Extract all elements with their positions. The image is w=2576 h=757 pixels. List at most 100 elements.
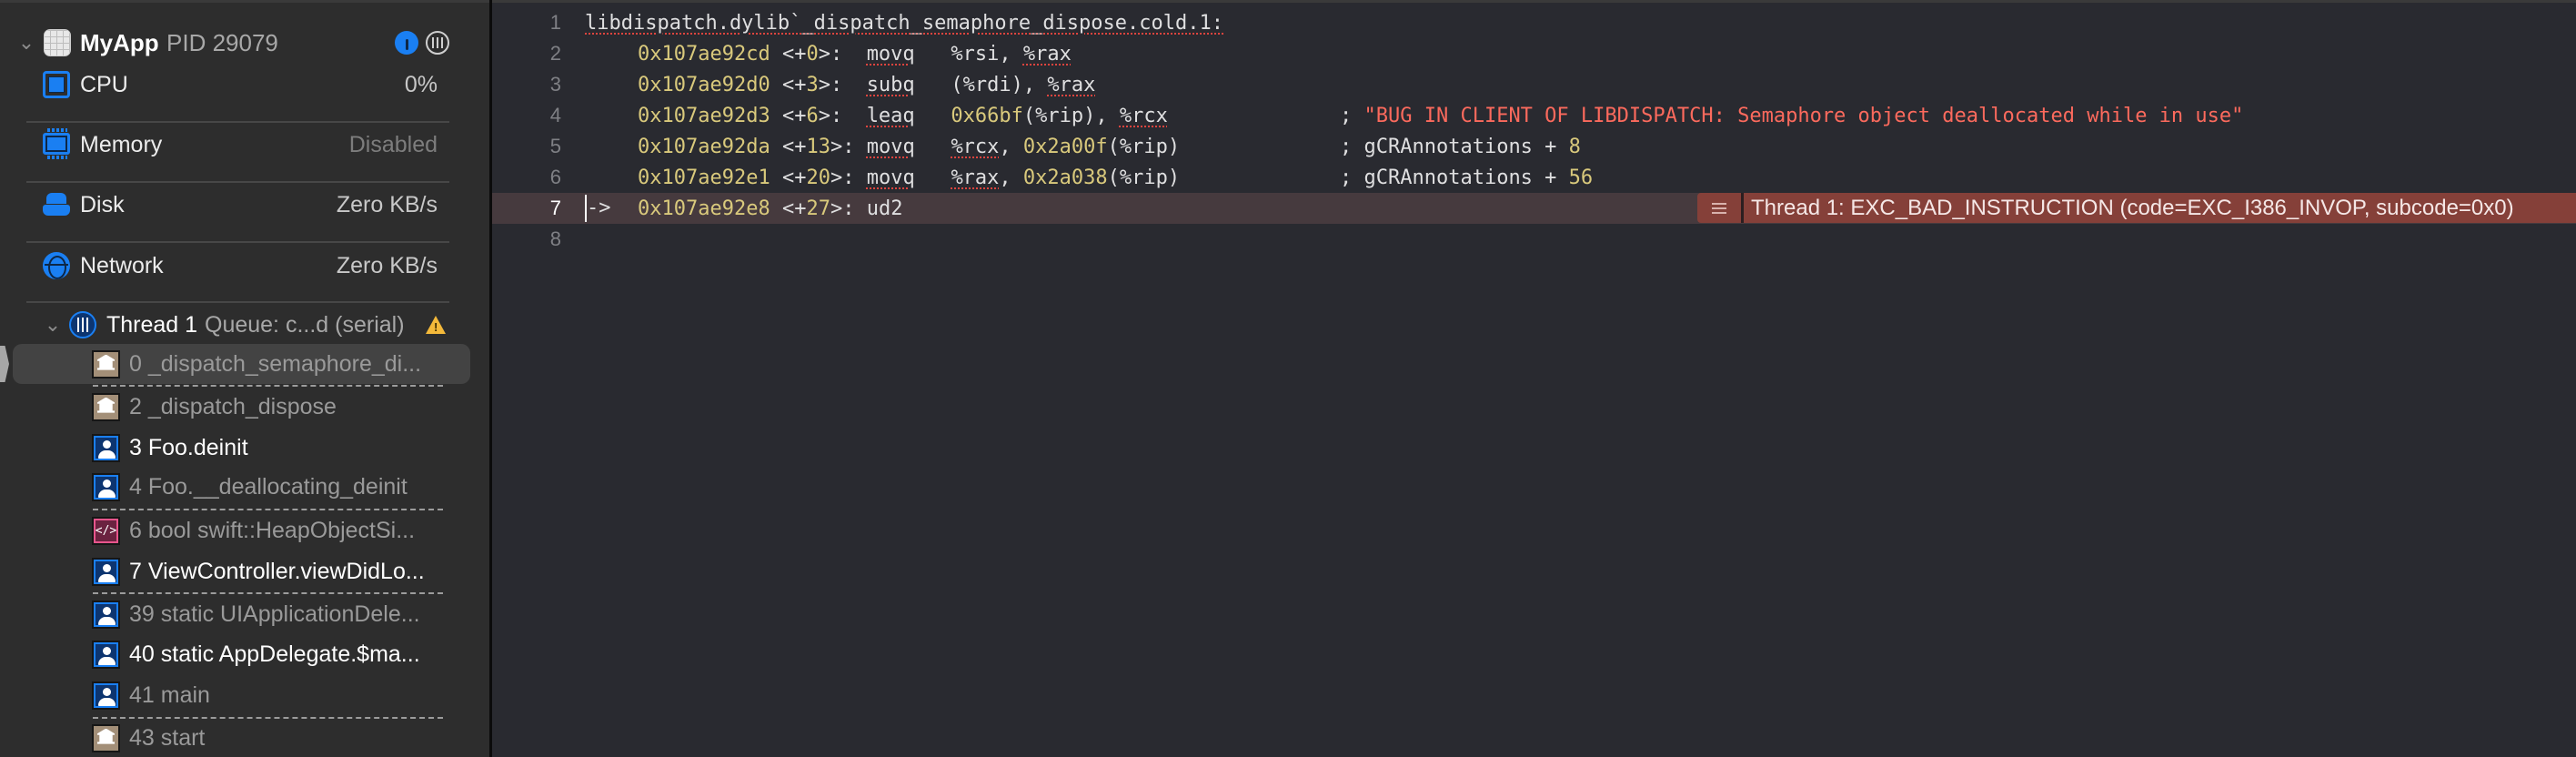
line-number: 6 (549, 166, 561, 188)
process-name: MyApp (80, 28, 159, 56)
comment-symbol: gCRAnnotations + (1363, 166, 1569, 189)
code-line[interactable]: 5 0x107ae92da <+13>: movq %rcx, 0x2a00f(… (492, 131, 2576, 162)
offset: +27 (794, 197, 830, 220)
user-code-icon (92, 433, 120, 462)
line-content: 0x107ae92d3 <+6>: leaq 0x66bf(%rip), %rc… (638, 104, 1168, 127)
frame-gap-separator (93, 385, 443, 387)
operand: (%rip) (1107, 166, 1181, 189)
code-line[interactable]: 2 0x107ae92cd <+0>: movq %rsi, %rax (492, 38, 2576, 69)
gauge-value: 0% (404, 71, 438, 97)
frame-label: 6 bool swift::HeapObjectSi... (129, 517, 416, 543)
frame-label: 7 ViewController.viewDidLo... (129, 558, 425, 584)
stack-frame[interactable]: 2 _dispatch_dispose (0, 389, 489, 425)
stack-frame[interactable]: 41 main (0, 677, 489, 713)
frame-gap-separator (93, 509, 443, 510)
frame-label: 41 main (129, 681, 210, 708)
operand: %rax (1022, 42, 1072, 66)
operand: (%rip) (1107, 135, 1181, 158)
cpu-icon (43, 71, 70, 98)
comment-symbol: gCRAnnotations + (1363, 135, 1569, 158)
offset: +6 (794, 104, 819, 127)
opcode: movq (866, 42, 915, 66)
opcode: movq (866, 135, 915, 158)
line-number: 8 (549, 227, 561, 250)
offset: +0 (794, 42, 819, 66)
chevron-down-icon[interactable]: ⌄ (44, 313, 62, 337)
line-content: 0x107ae92cd <+0>: movq %rsi, %rax (638, 42, 1072, 66)
frame-label: 3 Foo.deinit (129, 434, 248, 460)
code-line[interactable]: 8 (492, 224, 2576, 255)
code-icon: </> (92, 516, 120, 545)
address: 0x107ae92da (638, 135, 770, 158)
warning-glyph: ! (434, 320, 438, 334)
gauge-disk[interactable]: Disk Zero KB/s (0, 187, 489, 223)
user-code-icon (92, 640, 120, 669)
process-row[interactable]: ⌄ MyApp PID 29079 (0, 23, 489, 63)
stack-frame[interactable]: 0 _dispatch_semaphore_di... (0, 344, 489, 384)
divider (26, 181, 449, 183)
line-number: 2 (549, 42, 561, 65)
stack-frame[interactable]: 39 static UIApplicationDele... (0, 596, 489, 632)
error-annotation[interactable]: Thread 1: EXC_BAD_INSTRUCTION (code=EXC_… (1697, 193, 2576, 223)
frame-label: 4 Foo.__deallocating_deinit (129, 473, 408, 500)
offset: +13 (794, 135, 830, 158)
disassembly-editor[interactable]: 1 libdispatch.dylib`_dispatch_semaphore_… (492, 0, 2576, 757)
opcode: movq (866, 166, 915, 189)
operand: %rax (951, 166, 1000, 189)
pc-arrow: -> (585, 195, 611, 222)
opcode: subq (866, 73, 915, 96)
user-code-icon (92, 557, 120, 586)
address: 0x107ae92d0 (638, 73, 770, 96)
line-content: 0x107ae92d0 <+3>: subq (%rdi), %rax (638, 73, 1096, 96)
frame-label: 43 start (129, 724, 206, 751)
user-code-icon (92, 472, 120, 501)
divider (26, 241, 449, 243)
opcode: ud2 (866, 197, 903, 220)
debug-navigator: ⌄ MyApp PID 29079 CPU 0% Memory Disabled… (0, 0, 489, 757)
warning-icon[interactable]: ! (426, 316, 446, 334)
offset-number: 20 (806, 166, 830, 189)
stack-frame[interactable]: 43 start (0, 720, 489, 756)
gauge-cpu[interactable]: CPU 0% (0, 66, 489, 103)
code-line[interactable]: 6 0x107ae92e1 <+20>: movq %rax, 0x2a038(… (492, 162, 2576, 193)
library-icon (92, 723, 120, 752)
line-content: 0x107ae92da <+13>: movq %rcx, 0x2a00f(%r… (638, 135, 1181, 158)
divider (26, 121, 449, 123)
comment: ; gCRAnnotations + 8 (1340, 135, 1581, 158)
comment-number: 56 (1568, 166, 1594, 189)
gauge-label: Disk (80, 191, 125, 217)
operand: %rax (1047, 73, 1096, 96)
code-line[interactable]: 4 0x107ae92d3 <+6>: leaq 0x66bf(%rip), %… (492, 100, 2576, 131)
gauge-memory[interactable]: Memory Disabled (0, 126, 489, 163)
issue-menu-icon[interactable] (1697, 193, 1741, 223)
stack-frame[interactable]: 7 ViewController.viewDidLo... (0, 553, 489, 590)
gauge-label: Memory (80, 131, 163, 157)
gauge-network[interactable]: Network Zero KB/s (0, 247, 489, 284)
process-pid: PID 29079 (166, 28, 278, 56)
code-line[interactable]: 3 0x107ae92d0 <+3>: subq (%rdi), %rax (492, 69, 2576, 100)
code-line[interactable]: 1 libdispatch.dylib`_dispatch_semaphore_… (492, 7, 2576, 38)
disk-icon (43, 193, 70, 217)
symbol-label: libdispatch.dylib`_dispatch_semaphore_di… (585, 11, 1223, 35)
thread-row[interactable]: ⌄ Thread 1 Queue: c...d (serial) ! (0, 307, 489, 343)
error-message: Thread 1: EXC_BAD_INSTRUCTION (code=EXC_… (1744, 193, 2576, 223)
gauge-label: CPU (80, 71, 128, 97)
network-icon (43, 252, 70, 279)
debug-gauge-icon[interactable] (395, 31, 418, 55)
stack-frame[interactable]: </> 6 bool swift::HeapObjectSi... (0, 512, 489, 549)
comment: ; "BUG IN CLIENT OF LIBDISPATCH: Semapho… (1340, 104, 2244, 127)
stack-frame[interactable]: 40 static AppDelegate.$ma... (0, 636, 489, 672)
operand: %rcx (1119, 104, 1168, 127)
address: 0x107ae92e1 (638, 166, 770, 189)
line-content: 0x107ae92e8 <+27>: ud2 (638, 197, 903, 220)
offset-number: 3 (806, 73, 819, 96)
library-icon (92, 349, 120, 378)
address: 0x107ae92e8 (638, 197, 770, 220)
stack-frame[interactable]: 3 Foo.deinit (0, 429, 489, 466)
frame-label: 40 static AppDelegate.$ma... (129, 641, 420, 667)
memory-icon (43, 128, 70, 159)
threads-icon[interactable] (426, 31, 449, 55)
chevron-down-icon[interactable]: ⌄ (17, 31, 35, 55)
stack-frame[interactable]: 4 Foo.__deallocating_deinit (0, 469, 489, 505)
line-number: 4 (549, 104, 561, 126)
